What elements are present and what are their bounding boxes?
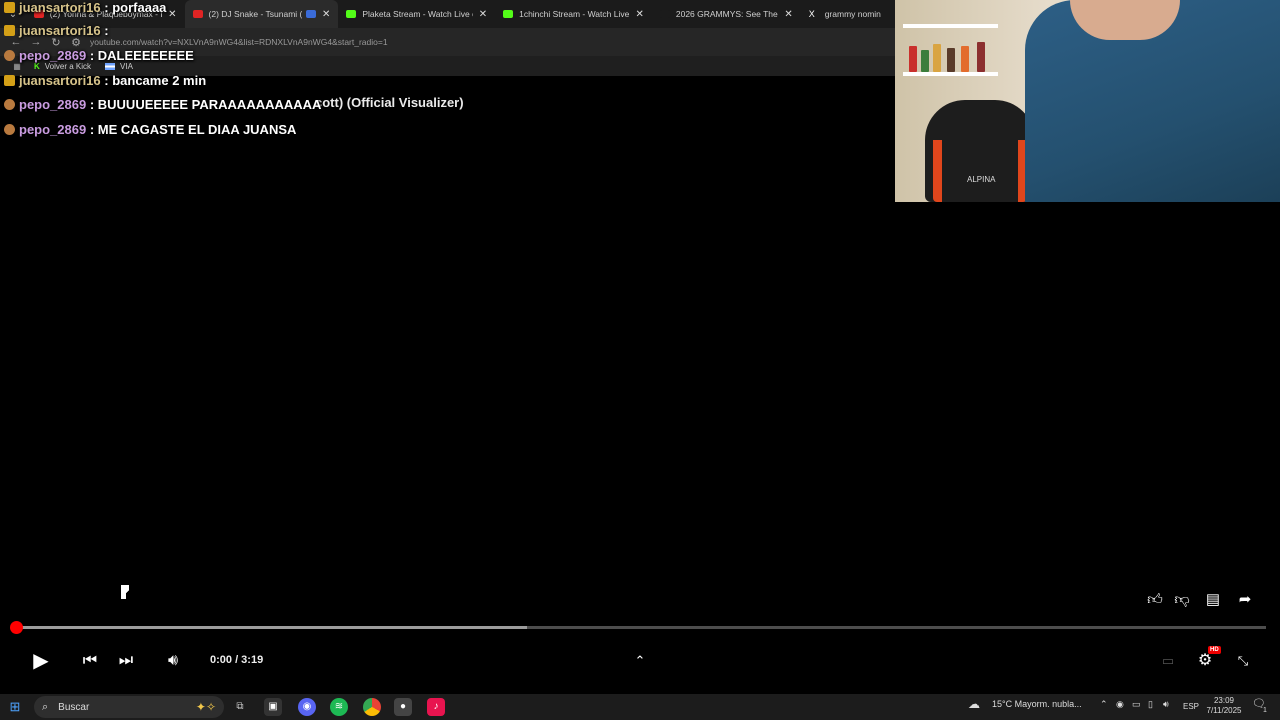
chat-message: pepo_2869 : BUUUUEEEEE PARAAAAAAAAAAA: [4, 97, 321, 112]
chat-text: BUUUUEEEEE PARAAAAAAAAAAA: [97, 97, 322, 112]
chat-message: pepo_2869 : ME CAGASTE EL DIAA JUANSA: [4, 122, 296, 137]
shelf-item: [921, 50, 929, 72]
app-icon[interactable]: ▣: [264, 698, 282, 716]
chat-separator: :: [86, 122, 98, 137]
taskbar: ⊞ ⌕ Buscar ✦✧: [0, 694, 1280, 720]
cookie-badge-icon: [4, 99, 15, 110]
weather-icon[interactable]: ☁: [968, 697, 980, 711]
windows-start-icon[interactable]: ⊞: [0, 699, 30, 715]
tiktok-icon[interactable]: ♪: [427, 698, 445, 716]
crown-badge-icon: [4, 75, 15, 86]
shelf-item: [947, 48, 955, 72]
clock-date: 7/11/2025: [1206, 706, 1242, 715]
speaker-icon[interactable]: 🔊︎: [1163, 699, 1169, 710]
chat-separator: :: [86, 97, 98, 112]
chat-username: juansartori16: [19, 0, 101, 15]
task-view-icon[interactable]: ⧉: [231, 698, 249, 716]
search-placeholder: Buscar: [58, 701, 90, 713]
mouse-cursor: [121, 585, 129, 599]
chat-overlay: juansartori16 : porfaaaa juansartori16 :…: [0, 0, 900, 140]
chat-username: juansartori16: [19, 23, 101, 38]
cookie-badge-icon: [4, 50, 15, 61]
volume-icon[interactable]: 🔊︎: [163, 650, 183, 672]
hd-badge: HD: [1208, 646, 1221, 654]
weather-text[interactable]: 15°C Mayorm. nubla...: [992, 699, 1082, 709]
progress-bar[interactable]: [14, 626, 1266, 629]
chevron-up-tray-icon[interactable]: ⌃: [1100, 699, 1108, 710]
crown-badge-icon: [4, 2, 15, 13]
shelf: [903, 24, 998, 28]
like-icon[interactable]: 👍︎: [1145, 590, 1165, 610]
subtitles-icon[interactable]: ▭: [1158, 650, 1178, 672]
chat-separator: :: [100, 23, 113, 38]
chat-message: juansartori16 : porfaaaa: [4, 0, 166, 15]
chair-logo: ALPINA: [967, 175, 996, 184]
chat-separator: :: [86, 48, 98, 63]
notification-count: 1: [1263, 707, 1267, 714]
shelf-item: [961, 46, 969, 72]
shelf-item: [933, 44, 941, 72]
chat-message: pepo_2869 : DALEEEEEEEE: [4, 48, 194, 63]
spotify-icon[interactable]: ≋: [330, 698, 348, 716]
chat-separator: :: [100, 73, 113, 88]
play-button[interactable]: ▶: [30, 650, 52, 672]
chat-username: juansartori16: [19, 73, 101, 88]
language-indicator[interactable]: ESP: [1183, 702, 1199, 711]
share-icon[interactable]: ➦: [1235, 590, 1255, 610]
shelf: [903, 72, 998, 76]
buffered-bar: [14, 626, 528, 629]
obs-icon[interactable]: ●: [394, 698, 412, 716]
chat-text: DALEEEEEEEE: [97, 48, 194, 63]
battery-icon[interactable]: ▯: [1148, 699, 1153, 710]
discord-icon[interactable]: ◉: [298, 698, 316, 716]
dislike-icon[interactable]: 👎︎: [1172, 590, 1192, 610]
taskbar-search[interactable]: ⌕ Buscar ✦✧: [34, 696, 224, 718]
chat-text: ME CAGASTE EL DIAA JUANSA: [97, 122, 297, 137]
webcam-feed: ALPINA: [895, 0, 1280, 202]
sparkle-icon: ✦✧: [195, 700, 216, 714]
scrubber-handle[interactable]: [10, 621, 23, 634]
chat-message: juansartori16 : bancame 2 min: [4, 73, 206, 88]
search-icon: ⌕: [42, 700, 49, 713]
clock-time: 23:09: [1213, 696, 1235, 705]
next-button[interactable]: ⏭: [116, 650, 136, 672]
crown-badge-icon: [4, 25, 15, 36]
exit-fullscreen-icon[interactable]: ⤡: [1233, 650, 1253, 672]
comments-icon[interactable]: ▤: [1203, 590, 1223, 610]
chat-username: pepo_2869: [19, 48, 87, 63]
chat-text: bancame 2 min: [112, 73, 207, 88]
taskbar-clock[interactable]: 23:09 7/11/2025: [1200, 696, 1248, 716]
time-display: 0:00 / 3:19: [210, 654, 264, 666]
screen: ⌄ (2) Yonna & Plaqueboymax - P ✕ (2) DJ …: [0, 0, 1280, 720]
record-icon[interactable]: ◉: [1116, 699, 1124, 710]
chat-message: juansartori16 :: [4, 23, 112, 38]
shelf-item: [909, 46, 917, 72]
gaming-chair-trim: [933, 140, 1027, 202]
chevron-up-icon[interactable]: ⌃: [630, 650, 650, 672]
chat-username: pepo_2869: [19, 97, 87, 112]
chat-separator: :: [100, 0, 113, 15]
chat-username: pepo_2869: [19, 122, 87, 137]
chrome-icon[interactable]: [363, 698, 381, 716]
shelf-item: [977, 42, 985, 72]
cookie-badge-icon: [4, 124, 15, 135]
network-icon[interactable]: ▭: [1132, 699, 1141, 710]
previous-button[interactable]: ⏮: [80, 650, 100, 672]
chat-text: porfaaaa: [112, 0, 167, 15]
